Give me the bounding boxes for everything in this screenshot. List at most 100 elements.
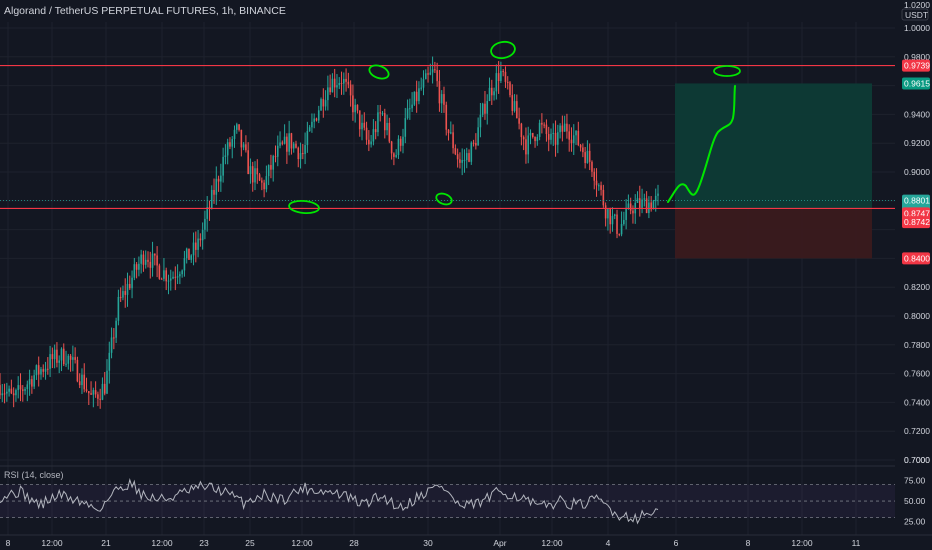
candle-body — [557, 132, 559, 145]
resistance-tag[interactable]: 0.9739 — [904, 61, 930, 71]
candle-body — [270, 165, 272, 170]
candle-body — [124, 291, 127, 295]
candle-body — [199, 238, 202, 241]
candle-body — [424, 73, 427, 80]
candle-body — [44, 368, 47, 372]
candle-body — [267, 165, 270, 177]
candle-body — [242, 144, 245, 148]
candle-body — [263, 182, 265, 190]
candle-body — [247, 150, 249, 175]
candle-body — [279, 142, 281, 146]
candle-body — [224, 155, 227, 157]
candle-body — [547, 134, 550, 140]
candle-body — [654, 195, 657, 202]
time-label: 8 — [746, 538, 751, 548]
candle-body — [577, 130, 580, 146]
candle-body — [481, 103, 484, 115]
time-label: 12:00 — [41, 538, 63, 548]
candle-body — [160, 278, 163, 280]
candle-body — [133, 264, 136, 278]
candle-body — [413, 91, 416, 105]
unit-label[interactable]: USDT — [905, 10, 928, 20]
rsi-title: RSI (14, close) — [4, 470, 64, 480]
candle-body — [438, 81, 441, 104]
rsi-tick: 75.00 — [904, 475, 926, 485]
candle-body — [443, 94, 445, 105]
candle-body — [456, 154, 459, 160]
candle-body — [190, 255, 193, 260]
candle-body — [69, 355, 72, 360]
candle-body — [192, 242, 195, 256]
candle-body — [545, 124, 548, 135]
price-tick: 0.9200 — [904, 138, 930, 148]
entry-tag[interactable]: 0.8742 — [904, 217, 930, 227]
candle-body — [604, 205, 607, 219]
candle-body — [302, 153, 304, 155]
candle-body — [543, 124, 545, 126]
profit-zone[interactable] — [675, 83, 872, 210]
candle-body — [106, 370, 108, 394]
candle-body — [477, 127, 479, 146]
candle-body — [511, 95, 514, 111]
candle-body — [58, 360, 60, 363]
candle-body — [81, 374, 83, 386]
time-label: 4 — [606, 538, 611, 548]
candle-body — [598, 185, 600, 187]
candle-body — [454, 148, 457, 155]
candle-body — [381, 113, 384, 115]
candle-body — [122, 291, 124, 298]
loss-zone[interactable] — [675, 209, 872, 259]
candle-body — [368, 139, 370, 145]
candle-body — [638, 198, 641, 208]
candle-body — [613, 214, 616, 216]
candle-body — [51, 354, 54, 360]
candle-body — [292, 143, 295, 149]
candle-body — [281, 142, 284, 144]
candle-body — [427, 73, 429, 75]
candle-body — [616, 214, 618, 234]
candle-body — [327, 87, 329, 101]
candle-body — [411, 104, 413, 109]
time-label: 30 — [423, 538, 433, 548]
candle-body — [354, 104, 356, 113]
candle-body — [24, 389, 26, 391]
candle-body — [197, 238, 199, 250]
candle-body — [418, 88, 420, 102]
candle-body — [99, 398, 101, 400]
stop-tag[interactable]: 0.8400 — [904, 253, 930, 263]
candle-body — [643, 198, 646, 200]
time-label: 12:00 — [291, 538, 313, 548]
candle-body — [356, 104, 359, 111]
candle-body — [500, 71, 502, 81]
candle-body — [493, 91, 495, 96]
candle-body — [288, 133, 290, 152]
candle-body — [147, 259, 149, 262]
candle-body — [377, 112, 379, 133]
candle-body — [181, 270, 183, 275]
candle-body — [570, 139, 573, 144]
trading-chart[interactable]: 1.0200USDT1.00000.98000.96000.94000.9200… — [0, 0, 932, 550]
candle-body — [74, 357, 76, 360]
current-price-tag[interactable]: 0.8801 — [904, 196, 930, 206]
candle-body — [399, 138, 402, 146]
candle-body — [609, 209, 611, 225]
candle-body — [497, 73, 500, 81]
candle-body — [525, 139, 527, 155]
candle-body — [554, 132, 557, 145]
candle-body — [110, 337, 113, 353]
candle-body — [340, 83, 343, 85]
candle-body — [78, 381, 81, 386]
candle-body — [516, 101, 518, 119]
target-tag[interactable]: 0.9615 — [904, 78, 930, 88]
candle-body — [169, 278, 172, 281]
candle-body — [484, 103, 486, 114]
candle-body — [495, 73, 498, 92]
candle-body — [531, 132, 534, 138]
rsi-tick: 25.00 — [904, 517, 926, 527]
candle-body — [461, 160, 463, 163]
candle-body — [67, 355, 70, 364]
price-axis[interactable]: 1.0200USDT1.00000.98000.96000.94000.9200… — [895, 0, 932, 550]
candle-body — [201, 229, 204, 241]
candle-body — [333, 78, 336, 88]
price-tick: 1.0000 — [904, 23, 930, 33]
